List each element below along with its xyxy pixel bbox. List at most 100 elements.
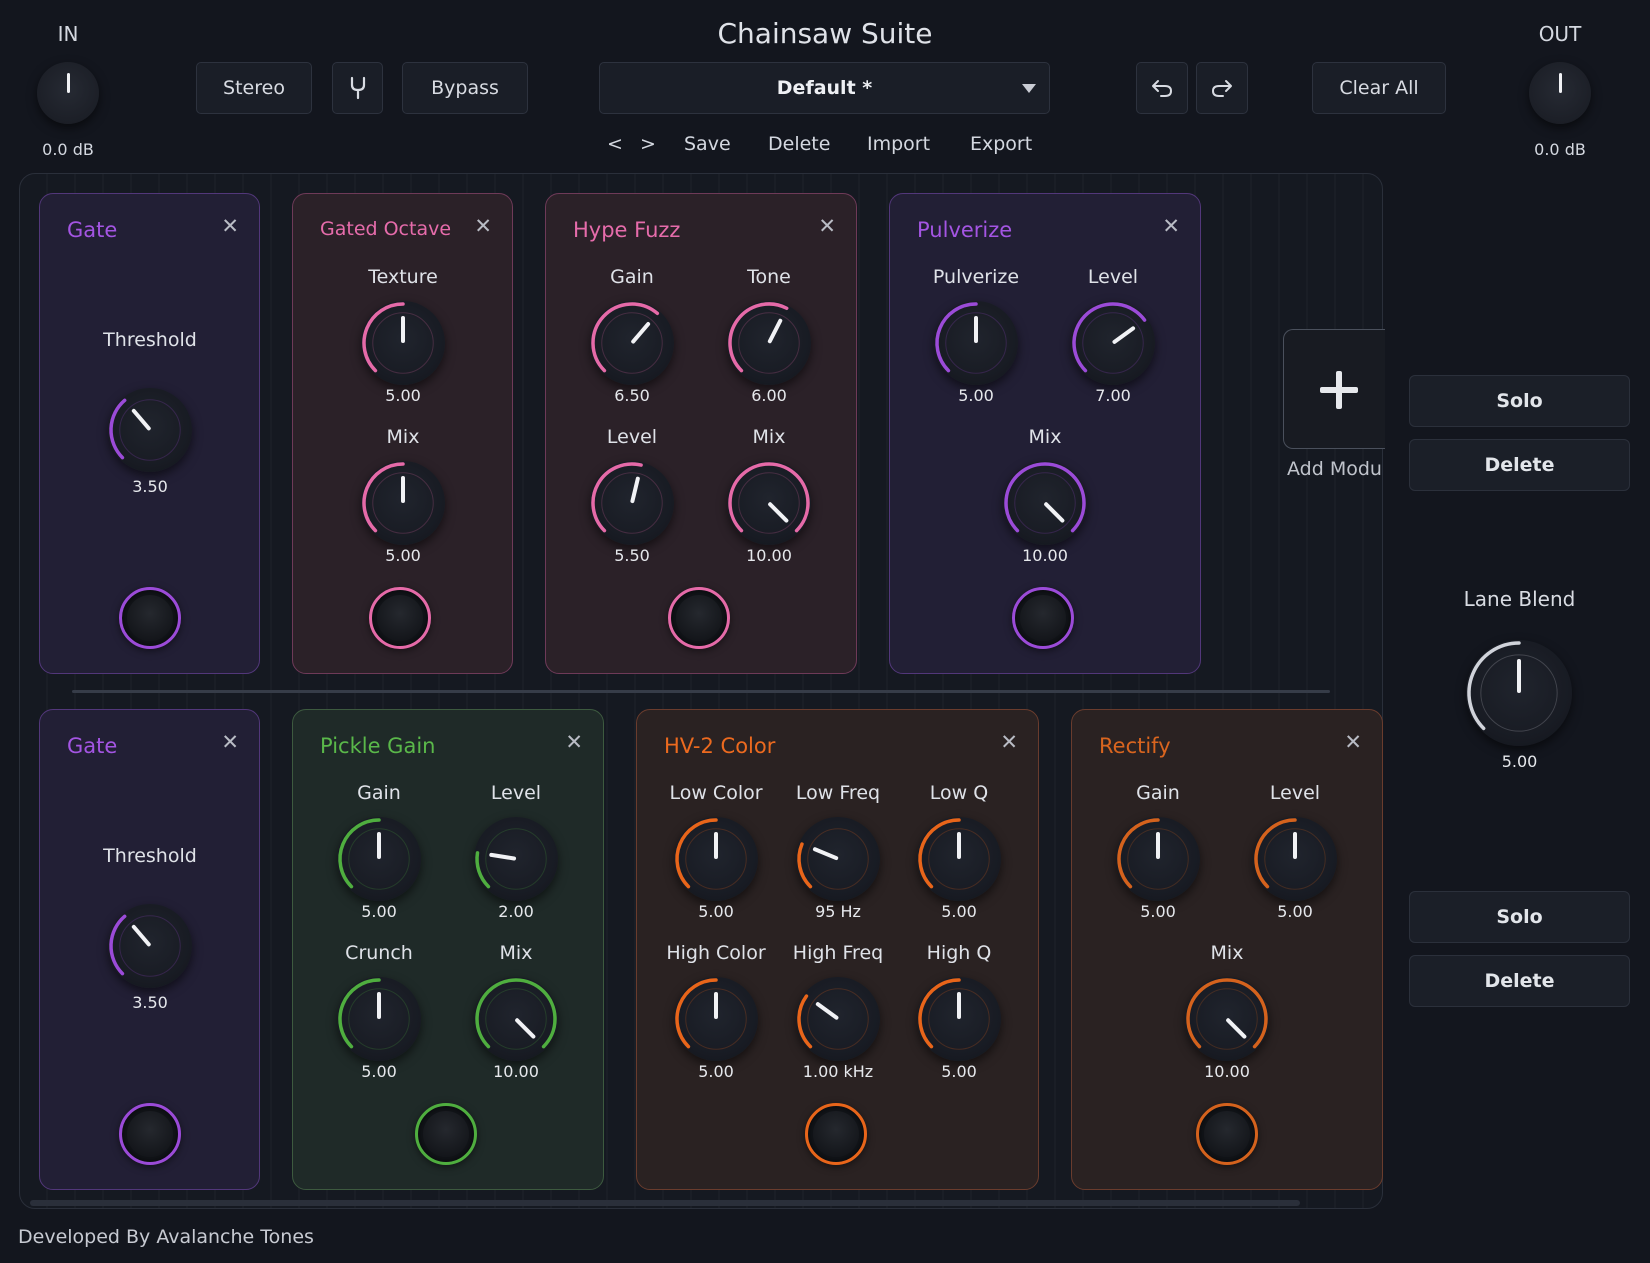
threshold-knob[interactable] (108, 388, 192, 472)
footswitch[interactable] (805, 1103, 867, 1165)
export-preset-button[interactable]: Export (970, 133, 1032, 155)
module-pickle-gain: Pickle Gain ✕ Gain 5.00 Level 2.00 Crunc… (292, 709, 604, 1190)
knob-value: 5.00 (941, 1062, 977, 1081)
close-icon[interactable]: ✕ (818, 216, 836, 237)
add-module-button[interactable] (1283, 329, 1385, 449)
module-gate-lane2: Gate ✕ Threshold 3.50 (39, 709, 260, 1190)
mix-knob[interactable] (1185, 977, 1269, 1061)
mix-knob[interactable] (1003, 461, 1087, 545)
gain-knob[interactable] (590, 301, 674, 385)
module-gated-octave: Gated Octave ✕ Texture 5.00 Mix 5.00 (292, 193, 513, 674)
knob-value-arc (675, 818, 718, 889)
high-color-knob[interactable] (674, 977, 758, 1061)
knob-value: 2.00 (498, 902, 534, 921)
knob-pointer (66, 73, 70, 93)
texture-knob[interactable] (361, 301, 445, 385)
module-title: Gate (67, 734, 118, 758)
close-icon[interactable]: ✕ (1344, 732, 1362, 753)
save-preset-button[interactable]: Save (684, 133, 731, 155)
crunch-knob[interactable] (337, 977, 421, 1061)
input-gain-value: 0.0 dB (42, 140, 94, 159)
knob-inner-ring (807, 988, 869, 1050)
module-title: Pickle Gain (320, 734, 436, 758)
knob-value: 5.00 (385, 386, 421, 405)
split-button[interactable] (332, 62, 383, 114)
prev-preset-button[interactable]: < (607, 133, 623, 155)
tone-knob[interactable] (727, 301, 811, 385)
knob-label: High Q (926, 942, 992, 964)
delete-preset-button[interactable]: Delete (768, 133, 830, 155)
lane2-delete-button[interactable]: Delete (1409, 955, 1630, 1007)
knob-value-arc (1186, 978, 1268, 1049)
level-knob[interactable] (474, 817, 558, 901)
rack-horizontal-scrollbar[interactable] (30, 1200, 1300, 1206)
lane-blend-knob[interactable] (1466, 640, 1572, 746)
lane-blend-value: 5.00 (1501, 752, 1538, 771)
preset-dropdown[interactable]: Default * (599, 62, 1050, 114)
footswitch-cap (676, 595, 722, 641)
pulverize-knob[interactable] (934, 301, 1018, 385)
knob-value-arc (918, 818, 961, 889)
mix-knob[interactable] (361, 461, 445, 545)
module-title: Gate (67, 218, 118, 242)
knob-value-arc (797, 994, 813, 1049)
level-knob[interactable] (1253, 817, 1337, 901)
close-icon[interactable]: ✕ (221, 216, 239, 237)
import-preset-button[interactable]: Import (867, 133, 930, 155)
high-freq-knob[interactable] (796, 977, 880, 1061)
low-color-knob[interactable] (674, 817, 758, 901)
input-gain-knob[interactable] (37, 62, 99, 124)
level-knob[interactable] (1071, 301, 1155, 385)
threshold-knob[interactable] (108, 904, 192, 988)
bypass-button[interactable]: Bypass (402, 62, 528, 114)
knob-value: 7.00 (1095, 386, 1131, 405)
high-q-knob[interactable] (917, 977, 1001, 1061)
footswitch[interactable] (1012, 587, 1074, 649)
knob-arc (935, 302, 1007, 374)
knob-arc (675, 978, 747, 1050)
footswitch[interactable] (415, 1103, 477, 1165)
footswitch[interactable] (369, 587, 431, 649)
knob-value: 10.00 (1204, 1062, 1250, 1081)
footswitch[interactable] (119, 1103, 181, 1165)
clear-all-button[interactable]: Clear All (1312, 62, 1446, 114)
low-q-knob[interactable] (917, 817, 1001, 901)
lane1-solo-button[interactable]: Solo (1409, 375, 1630, 427)
lane1-delete-button[interactable]: Delete (1409, 439, 1630, 491)
footswitch[interactable] (1196, 1103, 1258, 1165)
knob-value: 5.00 (1277, 902, 1313, 921)
knob-pointer (1558, 73, 1562, 93)
close-icon[interactable]: ✕ (565, 732, 583, 753)
redo-button[interactable] (1196, 62, 1248, 114)
mix-knob[interactable] (727, 461, 811, 545)
low-freq-knob[interactable] (796, 817, 880, 901)
output-gain-value: 0.0 dB (1534, 140, 1586, 159)
lane2-solo-button[interactable]: Solo (1409, 891, 1630, 943)
knob-dial (1529, 62, 1591, 124)
gain-knob[interactable] (337, 817, 421, 901)
close-icon[interactable]: ✕ (474, 216, 492, 237)
output-gain-knob[interactable] (1529, 62, 1591, 124)
footswitch[interactable] (668, 587, 730, 649)
gain-knob[interactable] (1116, 817, 1200, 901)
footswitch-cap (1020, 595, 1066, 641)
knob-value-arc (1072, 302, 1147, 373)
close-icon[interactable]: ✕ (1000, 732, 1018, 753)
knob-label: Texture (368, 266, 438, 288)
knob-value: 10.00 (1022, 546, 1068, 565)
close-icon[interactable]: ✕ (1162, 216, 1180, 237)
knob-value: 10.00 (493, 1062, 539, 1081)
level-knob[interactable] (590, 461, 674, 545)
stereo-button[interactable]: Stereo (196, 62, 312, 114)
footswitch[interactable] (119, 587, 181, 649)
knob-pointer (377, 832, 381, 859)
knob-pointer (377, 992, 381, 1019)
knob-arc (338, 978, 410, 1050)
close-icon[interactable]: ✕ (221, 732, 239, 753)
undo-button[interactable] (1136, 62, 1188, 114)
knob-label: Level (1087, 266, 1139, 288)
knob-inner-ring (119, 399, 181, 461)
next-preset-button[interactable]: > (640, 133, 656, 155)
knob-label: Tone (747, 266, 791, 288)
mix-knob[interactable] (474, 977, 558, 1061)
